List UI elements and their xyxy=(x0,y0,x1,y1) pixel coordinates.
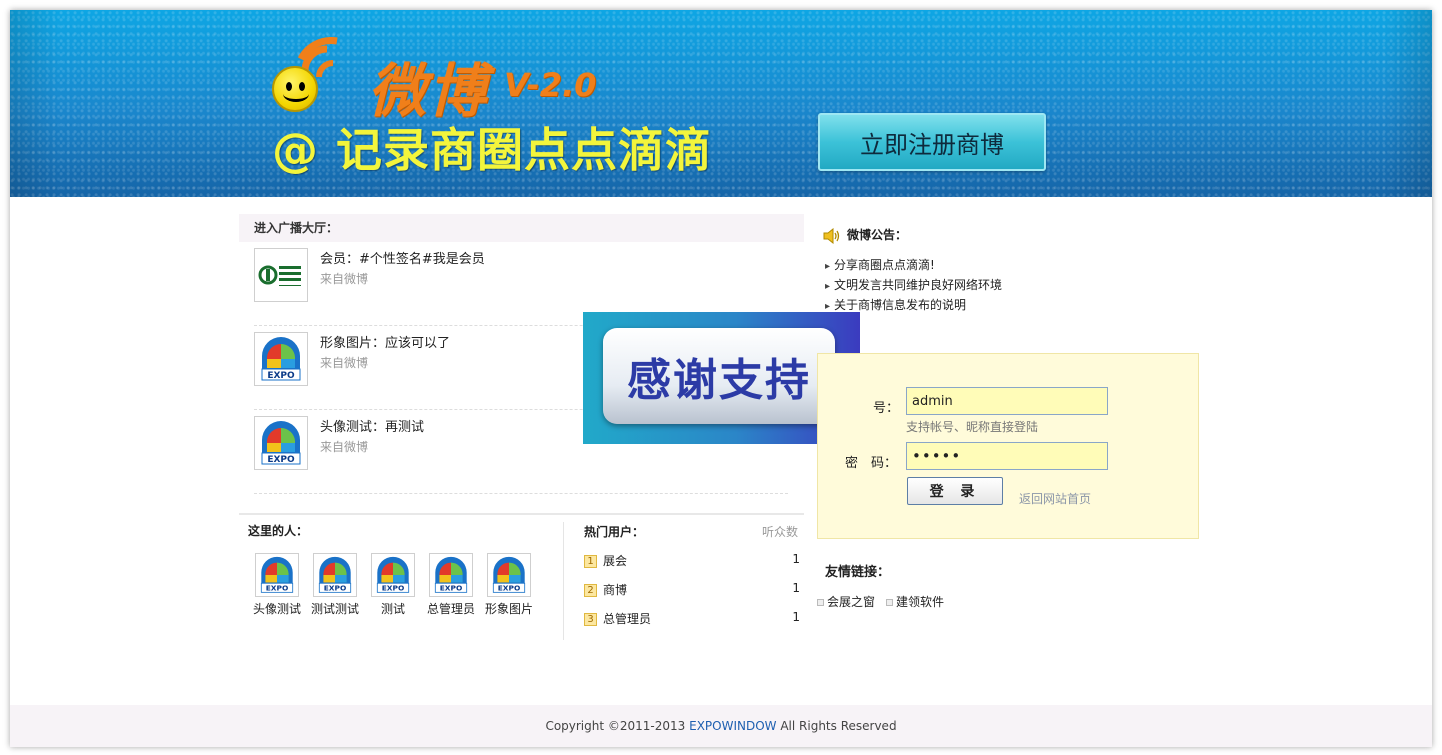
hot-user-row[interactable]: 3 总管理员 1 xyxy=(584,610,800,627)
expo-logo-icon: EXPO xyxy=(261,337,301,381)
avatar[interactable]: EXPO xyxy=(313,553,357,597)
person-name[interactable]: 头像测试 xyxy=(248,600,306,617)
svg-text:EXPO: EXPO xyxy=(266,584,289,593)
hot-users-title: 热门用户： xyxy=(584,525,645,539)
friend-link[interactable]: 建领软件 xyxy=(886,593,944,610)
svg-text:EXPO: EXPO xyxy=(382,584,405,593)
expo-logo-icon: EXPO xyxy=(318,556,352,593)
account-hint: 支持帐号、昵称直接登陆 xyxy=(906,420,1039,434)
expo-logo-icon: EXPO xyxy=(492,556,526,593)
thanks-text: 感谢支持 xyxy=(603,328,835,424)
avatar[interactable]: EXPO xyxy=(254,416,308,470)
speaker-icon xyxy=(823,227,840,244)
header-banner: 微博 V-2.0 @ 记录商圈点点滴滴 立即注册商博 xyxy=(10,10,1432,197)
notice-link[interactable]: 分享商圈点点滴滴! xyxy=(825,256,935,273)
svg-text:EXPO: EXPO xyxy=(267,455,295,465)
brand-link[interactable]: EXPOWINDOW xyxy=(689,719,776,733)
post-source: 来自微博 xyxy=(320,356,369,370)
avatar[interactable]: EXPO xyxy=(429,553,473,597)
avatar[interactable]: EXPO xyxy=(371,553,415,597)
expo-logo-icon: EXPO xyxy=(434,556,468,593)
rank-badge: 1 xyxy=(584,555,597,568)
post-text: 会员：#个性签名#我是会员 xyxy=(320,252,485,267)
account-input[interactable] xyxy=(906,387,1108,415)
bullet-icon xyxy=(817,599,824,606)
notice-link[interactable]: 关于商博信息发布的说明 xyxy=(825,296,966,313)
svg-text:EXPO: EXPO xyxy=(267,371,295,381)
person-item[interactable]: EXPO 测试 xyxy=(364,553,422,617)
copyright-suffix: All Rights Reserved xyxy=(776,719,897,733)
links-title: 友情链接： xyxy=(825,565,891,580)
register-button[interactable]: 立即注册商博 xyxy=(818,113,1046,171)
followers-column-header: 听众数 xyxy=(762,525,799,539)
post-source: 来自微博 xyxy=(320,272,369,286)
column-divider xyxy=(563,522,564,640)
svg-text:EXPO: EXPO xyxy=(440,584,463,593)
hot-user-row[interactable]: 2 商博 1 xyxy=(584,581,800,598)
person-item[interactable]: EXPO 形象图片 xyxy=(480,553,538,617)
smiley-icon xyxy=(272,66,318,112)
password-input[interactable] xyxy=(906,442,1108,470)
avatar[interactable]: EXPO xyxy=(255,553,299,597)
hot-user-name[interactable]: 展会 xyxy=(603,554,627,568)
person-name[interactable]: 测试 xyxy=(364,600,422,617)
person-name[interactable]: 测试测试 xyxy=(306,600,364,617)
person-item[interactable]: EXPO 测试测试 xyxy=(306,553,364,617)
svg-text:EXPO: EXPO xyxy=(498,584,521,593)
follower-count: 1 xyxy=(792,552,800,566)
hall-title[interactable]: 进入广播大厅： xyxy=(239,214,804,242)
page-frame: 微博 V-2.0 @ 记录商圈点点滴滴 立即注册商博 进入广播大厅： 会员：#个… xyxy=(10,10,1432,747)
people-title: 这里的人： xyxy=(248,524,309,538)
person-item[interactable]: EXPO 总管理员 xyxy=(422,553,480,617)
follower-count: 1 xyxy=(792,610,800,624)
avatar[interactable]: EXPO xyxy=(254,332,308,386)
password-label: 密 码： xyxy=(845,456,898,471)
post-text: 头像测试：再测试 xyxy=(320,420,425,435)
expo-logo-icon: EXPO xyxy=(260,556,294,593)
bullet-icon xyxy=(886,599,893,606)
post-text: 形象图片：应该可以了 xyxy=(320,336,451,351)
notice-link[interactable]: 文明发言共同维护良好网络环境 xyxy=(825,276,1002,293)
expo-logo-icon: EXPO xyxy=(376,556,410,593)
hot-user-name[interactable]: 总管理员 xyxy=(603,612,651,626)
logo-version: V-2.0 xyxy=(504,66,597,104)
account-label: 号： xyxy=(873,401,900,416)
hot-user-row[interactable]: 1 展会 1 xyxy=(584,552,800,569)
rank-badge: 2 xyxy=(584,584,597,597)
rank-badge: 3 xyxy=(584,613,597,626)
avatar[interactable] xyxy=(254,248,308,302)
bank-logo-icon xyxy=(258,252,304,298)
login-button[interactable]: 登 录 xyxy=(907,477,1003,505)
hot-user-name[interactable]: 商博 xyxy=(603,583,627,597)
person-name[interactable]: 总管理员 xyxy=(422,600,480,617)
slogan: @ 记录商圈点点滴滴 xyxy=(272,123,713,177)
person-item[interactable]: EXPO 头像测试 xyxy=(248,553,306,617)
person-name[interactable]: 形象图片 xyxy=(480,600,538,617)
notice-title: 微博公告： xyxy=(823,226,907,244)
friend-link[interactable]: 会展之窗 xyxy=(817,593,875,610)
avatar[interactable]: EXPO xyxy=(487,553,531,597)
section-divider xyxy=(239,513,804,515)
login-panel: 号： 支持帐号、昵称直接登陆 密 码： 登 录 返回网站首页 xyxy=(817,353,1199,539)
expo-logo-icon: EXPO xyxy=(261,421,301,465)
back-home-link[interactable]: 返回网站首页 xyxy=(1019,490,1091,507)
copyright-prefix: Copyright ©2011-2013 xyxy=(545,719,690,733)
follower-count: 1 xyxy=(792,581,800,595)
post-source: 来自微博 xyxy=(320,440,369,454)
footer: Copyright ©2011-2013 EXPOWINDOW All Righ… xyxy=(10,705,1432,747)
svg-text:EXPO: EXPO xyxy=(324,584,347,593)
